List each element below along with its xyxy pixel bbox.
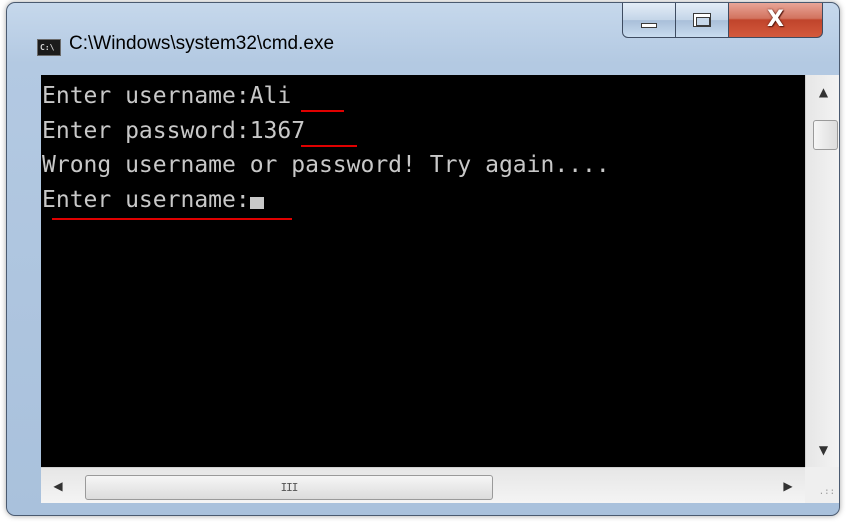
close-button[interactable]: X <box>728 3 823 38</box>
cmd-app-icon[interactable]: C:\ <box>37 39 61 56</box>
close-icon: X <box>767 7 784 32</box>
block-cursor <box>249 196 264 209</box>
underline-annotation <box>52 217 292 220</box>
horizontal-scrollbar[interactable]: ◀ III ▶ <box>41 467 805 503</box>
console-output[interactable]: Enter username:Ali Enter password:1367 W… <box>41 75 805 467</box>
minimize-button[interactable] <box>622 3 676 38</box>
console-line-text: Enter password:1367 <box>42 117 306 144</box>
console-line: Enter username:Ali <box>42 79 805 114</box>
arrow-up-icon[interactable]: ▲ <box>806 75 839 109</box>
arrow-right-icon[interactable]: ▶ <box>771 468 805 503</box>
arrow-down-icon[interactable]: ▼ <box>806 433 839 467</box>
cmd-window: C:\ C:\Windows\system32\cmd.exe X Enter … <box>6 2 840 516</box>
resize-grip-icon[interactable]: .:: <box>805 467 839 503</box>
console-line: Enter password:1367 <box>42 114 805 149</box>
window-title: C:\Windows\system32\cmd.exe <box>69 33 335 54</box>
horizontal-scroll-thumb[interactable]: III <box>85 475 493 500</box>
underline-annotation <box>301 144 357 147</box>
console-line: Enter username: <box>42 183 805 220</box>
minimize-icon <box>641 22 657 28</box>
scroll-grip-icon: III <box>280 481 299 494</box>
console-line-text: Wrong username or password! Try again...… <box>42 152 610 178</box>
console-line: Wrong username or password! Try again...… <box>42 148 805 183</box>
arrow-left-icon[interactable]: ◀ <box>41 468 75 503</box>
maximize-button[interactable] <box>675 3 729 38</box>
underline-annotation <box>301 110 344 112</box>
console-line-text: Enter username: <box>42 186 250 213</box>
vertical-scroll-thumb[interactable] <box>813 120 838 150</box>
cmd-app-icon-text: C:\ <box>40 43 55 52</box>
maximize-icon <box>693 13 711 27</box>
console-line-text: Enter username:Ali <box>42 83 292 109</box>
vertical-scrollbar[interactable]: ▲ ▼ <box>805 75 839 467</box>
title-bar[interactable]: C:\ C:\Windows\system32\cmd.exe X <box>7 3 839 75</box>
